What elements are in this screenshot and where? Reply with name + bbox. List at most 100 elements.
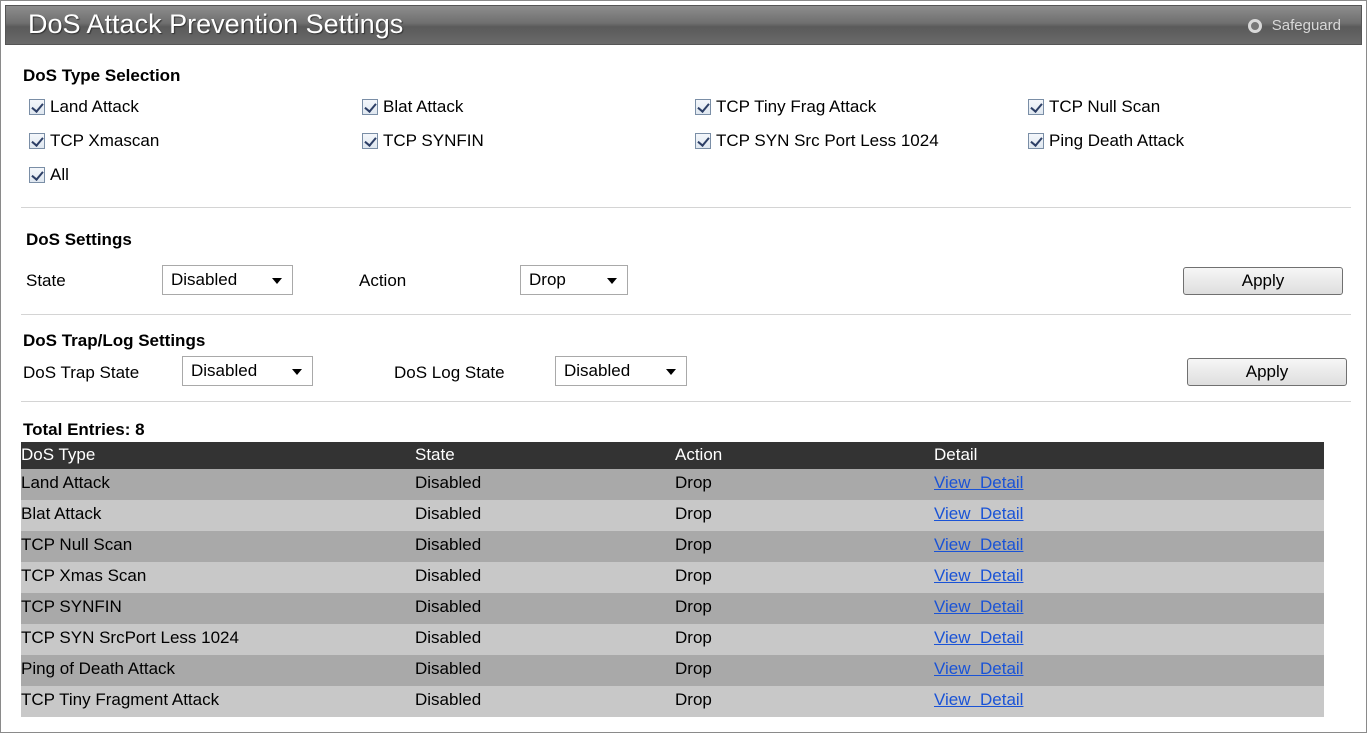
table-header: DoS Type State Action Detail xyxy=(21,442,1324,469)
log-state-select[interactable]: Disabled xyxy=(555,356,687,386)
action-label: Action xyxy=(359,271,407,290)
action-select[interactable]: Drop xyxy=(520,265,628,295)
state-cell: Disabled xyxy=(415,535,482,554)
total-entries: Total Entries: 8 xyxy=(23,420,145,439)
table-row: TCP Null Scan Disabled Drop View Detail xyxy=(21,531,1324,562)
checkbox-checked-icon[interactable] xyxy=(695,133,711,149)
checkbox-tcp-xmascan[interactable]: TCP Xmascan xyxy=(29,131,159,151)
action-cell: Drop xyxy=(675,504,712,523)
state-cell: Disabled xyxy=(415,628,482,647)
checkbox-checked-icon[interactable] xyxy=(362,133,378,149)
checkbox-label: All xyxy=(50,165,69,184)
log-state-label: DoS Log State xyxy=(394,363,505,382)
view-detail-link[interactable]: View Detail xyxy=(934,473,1023,493)
action-cell: Drop xyxy=(675,535,712,554)
table-row: TCP SYN SrcPort Less 1024 Disabled Drop … xyxy=(21,624,1324,655)
view-detail-link[interactable]: View Detail xyxy=(934,628,1023,648)
view-detail-link[interactable]: View Detail xyxy=(934,566,1023,586)
column-header: Action xyxy=(675,445,723,464)
dos-type-cell: TCP Null Scan xyxy=(21,535,133,554)
table-row: Ping of Death Attack Disabled Drop View … xyxy=(21,655,1324,686)
chevron-down-icon xyxy=(292,369,302,375)
trap-log-apply-button[interactable]: Apply xyxy=(1187,358,1347,386)
checkbox-tcp-tiny-frag-attack[interactable]: TCP Tiny Frag Attack xyxy=(695,97,876,117)
state-cell: Disabled xyxy=(415,659,482,678)
dos-settings-apply-button[interactable]: Apply xyxy=(1183,267,1343,295)
dos-type-cell: Ping of Death Attack xyxy=(21,659,176,678)
checkbox-tcp-synfin[interactable]: TCP SYNFIN xyxy=(362,131,484,151)
dos-type-cell: TCP SYNFIN xyxy=(21,597,122,616)
checkbox-tcp-syn-src-port[interactable]: TCP SYN Src Port Less 1024 xyxy=(695,131,939,151)
safeguard-indicator[interactable]: Safeguard xyxy=(1247,17,1341,34)
checkbox-checked-icon[interactable] xyxy=(29,133,45,149)
view-detail-link[interactable]: View Detail xyxy=(934,535,1023,555)
trap-log-title: DoS Trap/Log Settings xyxy=(23,331,206,350)
trap-state-select[interactable]: Disabled xyxy=(182,356,313,386)
divider xyxy=(21,401,1351,402)
column-header: DoS Type xyxy=(21,445,96,464)
checkbox-all[interactable]: All xyxy=(29,165,69,185)
trap-state-label: DoS Trap State xyxy=(23,363,140,382)
column-header: Detail xyxy=(934,445,978,464)
checkbox-checked-icon[interactable] xyxy=(1028,99,1044,115)
action-cell: Drop xyxy=(675,473,712,492)
table-row: TCP Xmas Scan Disabled Drop View Detail xyxy=(21,562,1324,593)
checkbox-blat-attack[interactable]: Blat Attack xyxy=(362,97,463,117)
view-detail-link[interactable]: View Detail xyxy=(934,597,1023,617)
action-cell: Drop xyxy=(675,628,712,647)
dos-type-cell: Land Attack xyxy=(21,473,110,492)
checkbox-tcp-null-scan[interactable]: TCP Null Scan xyxy=(1028,97,1160,117)
checkbox-label: TCP Tiny Frag Attack xyxy=(716,97,877,116)
safeguard-icon xyxy=(1247,18,1262,33)
table-row: Blat Attack Disabled Drop View Detail xyxy=(21,500,1324,531)
state-cell: Disabled xyxy=(415,473,482,492)
checkbox-label: TCP Xmascan xyxy=(50,131,160,150)
table-row: TCP SYNFIN Disabled Drop View Detail xyxy=(21,593,1324,624)
state-select-value: Disabled xyxy=(171,270,238,289)
checkbox-label: TCP SYNFIN xyxy=(383,131,484,150)
safeguard-label: Safeguard xyxy=(1271,17,1341,34)
checkbox-land-attack[interactable]: Land Attack xyxy=(29,97,139,117)
checkbox-checked-icon[interactable] xyxy=(29,167,45,183)
state-select[interactable]: Disabled xyxy=(162,265,293,295)
view-detail-link[interactable]: View Detail xyxy=(934,690,1023,710)
action-select-value: Drop xyxy=(529,270,566,289)
state-cell: Disabled xyxy=(415,566,482,585)
title-bar: DoS Attack Prevention Settings Safeguard xyxy=(5,5,1362,45)
dos-table: DoS Type State Action Detail Land Attack… xyxy=(21,442,1324,717)
view-detail-link[interactable]: View Detail xyxy=(934,659,1023,679)
view-detail-link[interactable]: View Detail xyxy=(934,504,1023,524)
log-state-value: Disabled xyxy=(564,361,631,380)
checkbox-checked-icon[interactable] xyxy=(695,99,711,115)
chevron-down-icon xyxy=(666,369,676,375)
state-cell: Disabled xyxy=(415,690,482,709)
checkbox-checked-icon[interactable] xyxy=(29,99,45,115)
divider xyxy=(21,207,1351,208)
page-title: DoS Attack Prevention Settings xyxy=(28,9,404,39)
checkbox-ping-death-attack[interactable]: Ping Death Attack xyxy=(1028,131,1184,151)
divider xyxy=(21,314,1351,315)
dos-type-cell: TCP SYN SrcPort Less 1024 xyxy=(21,628,239,647)
dos-type-cell: TCP Tiny Fragment Attack xyxy=(21,690,220,709)
checkbox-label: Blat Attack xyxy=(383,97,464,116)
column-header: State xyxy=(415,445,455,464)
checkbox-label: TCP SYN Src Port Less 1024 xyxy=(716,131,939,150)
state-cell: Disabled xyxy=(415,597,482,616)
chevron-down-icon xyxy=(272,278,282,284)
checkbox-label: Land Attack xyxy=(50,97,139,116)
table-row: Land Attack Disabled Drop View Detail xyxy=(21,469,1324,500)
action-cell: Drop xyxy=(675,659,712,678)
dos-settings-title: DoS Settings xyxy=(26,230,132,249)
state-cell: Disabled xyxy=(415,504,482,523)
checkbox-label: TCP Null Scan xyxy=(1049,97,1161,116)
checkbox-checked-icon[interactable] xyxy=(1028,133,1044,149)
action-cell: Drop xyxy=(675,690,712,709)
dos-type-cell: TCP Xmas Scan xyxy=(21,566,147,585)
checkbox-checked-icon[interactable] xyxy=(362,99,378,115)
checkbox-label: Ping Death Attack xyxy=(1049,131,1185,150)
action-cell: Drop xyxy=(675,597,712,616)
page-frame: DoS Attack Prevention Settings Safeguard… xyxy=(0,0,1367,733)
action-cell: Drop xyxy=(675,566,712,585)
type-selection-title: DoS Type Selection xyxy=(23,66,181,85)
dos-type-cell: Blat Attack xyxy=(21,504,102,523)
